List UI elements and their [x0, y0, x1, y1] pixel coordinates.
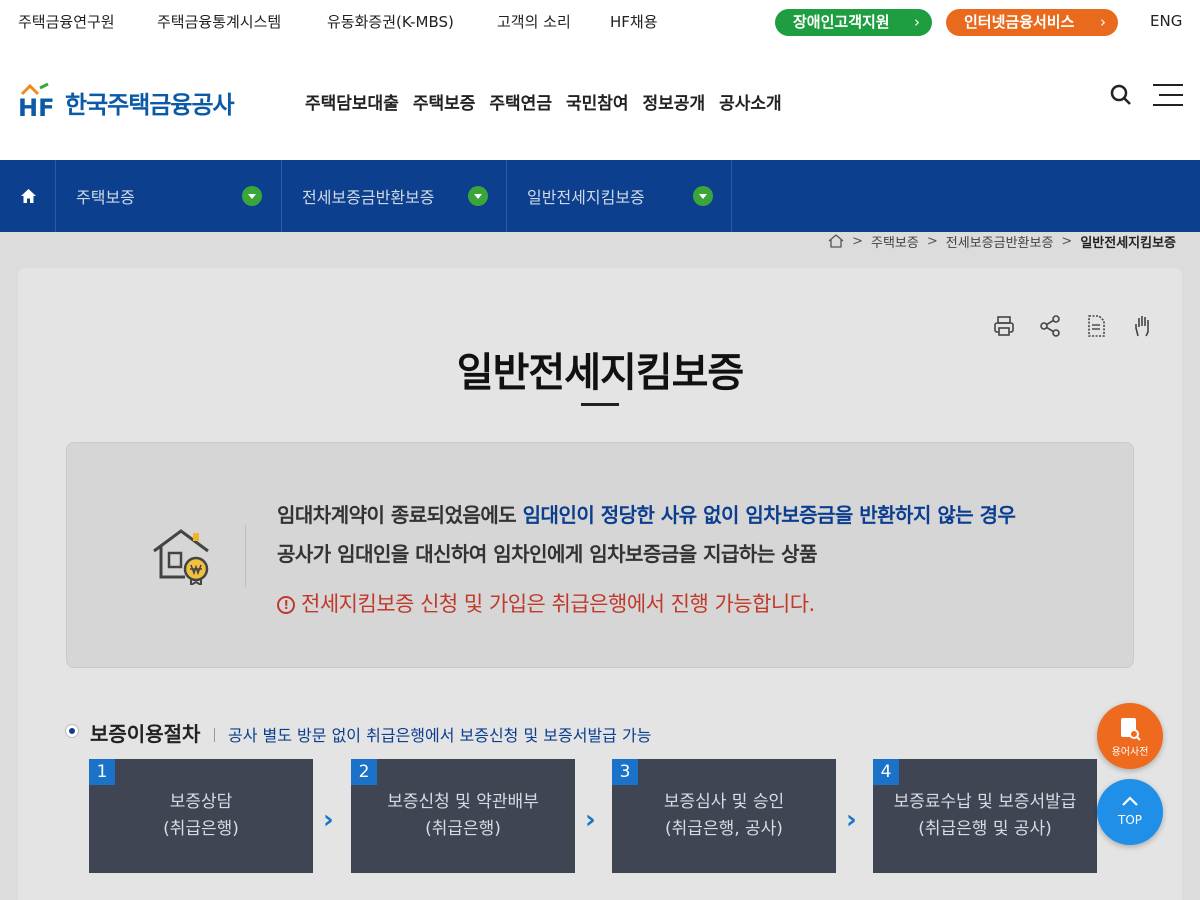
- summary-line-1: 임대차계약이 종료되었음에도 임대인이 정당한 사유 없이 임차보증금을 반환하…: [277, 499, 1016, 528]
- lnb-label: 일반전세지킴보증: [527, 188, 645, 207]
- step-number: 1: [89, 759, 115, 785]
- bullet-icon: [66, 725, 78, 737]
- chevron-right-icon: ›: [1100, 13, 1106, 31]
- home-icon[interactable]: [828, 234, 844, 248]
- heading-divider: [214, 728, 215, 742]
- step-title: 보증신청 및 약관배부: [387, 792, 539, 812]
- step-number: 3: [612, 759, 638, 785]
- logo-text: 한국주택금융공사: [65, 91, 235, 119]
- chevron-up-icon: [1122, 796, 1138, 806]
- internet-banking-button[interactable]: 인터넷금융서비스 ›: [946, 9, 1118, 36]
- step-number: 4: [873, 759, 899, 785]
- gnb-item-mortgage[interactable]: 주택담보대출: [305, 89, 399, 114]
- menu-line: [1153, 104, 1183, 106]
- breadcrumb-separator: >: [1061, 233, 1073, 249]
- gnb-item-pension[interactable]: 주택연금: [489, 89, 552, 114]
- utility-bar: 주택금융연구원 주택금융통계시스템 유동화증권(K-MBS) 고객의 소리 HF…: [0, 0, 1200, 44]
- util-link-kmbs[interactable]: 유동화증권(K-MBS): [327, 11, 454, 32]
- breadcrumb-current: 일반전세지킴보증: [1080, 235, 1176, 251]
- breadcrumb-item[interactable]: 전세보증금반환보증: [946, 232, 1054, 251]
- lnb-dropdown-guarantee[interactable]: 주택보증: [56, 160, 282, 232]
- procedure-step: 1 보증상담 (취급은행): [89, 759, 313, 873]
- step-title: 보증상담: [169, 792, 233, 812]
- main-navigation: 주택담보대출 주택보증 주택연금 국민참여 정보공개 공사소개: [305, 89, 782, 114]
- summary-line-1-text: 임대차계약이 종료되었음에도: [277, 503, 523, 527]
- chevron-right-icon: ›: [846, 805, 857, 835]
- home-icon: [21, 189, 36, 203]
- product-summary-box: 임대차계약이 종료되었음에도 임대인이 정당한 사유 없이 임차보증금을 반환하…: [66, 442, 1134, 668]
- summary-divider: [245, 525, 246, 587]
- breadcrumb-separator: >: [926, 233, 938, 249]
- scroll-top-button[interactable]: TOP: [1097, 779, 1163, 845]
- procedure-step: 2 보증신청 및 약관배부 (취급은행): [351, 759, 575, 873]
- glossary-button[interactable]: 용어사전: [1097, 703, 1163, 769]
- share-icon[interactable]: [1038, 314, 1062, 338]
- english-link[interactable]: ENG: [1150, 12, 1182, 30]
- chevron-right-icon: ›: [585, 805, 596, 835]
- house-won-icon: [153, 529, 209, 585]
- lnb-home-button[interactable]: [0, 160, 56, 232]
- hf-logo-icon: HF: [18, 82, 54, 118]
- breadcrumb: > 주택보증 > 전세보증금반환보증 > 일반전세지킴보증: [828, 232, 1176, 251]
- step-title: 보증료수납 및 보증서발급: [893, 792, 1077, 812]
- procedure-step: 3 보증심사 및 승인 (취급은행, 공사): [612, 759, 836, 873]
- glossary-label: 용어사전: [1111, 747, 1149, 758]
- step-subtitle: (취급은행, 공사): [665, 819, 783, 839]
- procedure-step: 4 보증료수납 및 보증서발급 (취급은행 및 공사): [873, 759, 1097, 873]
- step-subtitle: (취급은행): [425, 819, 501, 839]
- util-link-recruit[interactable]: HF채용: [610, 11, 658, 32]
- gnb-item-about[interactable]: 공사소개: [719, 89, 782, 114]
- logo-mark-text: HF: [18, 94, 54, 118]
- breadcrumb-separator: >: [852, 233, 864, 249]
- procedure-title: 보증이용절차: [90, 722, 201, 746]
- touch-hand-icon[interactable]: [1130, 314, 1154, 338]
- notice-text: 전세지킴보증 신청 및 가입은 취급은행에서 진행 가능합니다.: [301, 592, 815, 616]
- step-text: 보증심사 및 승인 (취급은행, 공사): [612, 789, 836, 843]
- page-tools: [992, 314, 1154, 338]
- print-icon[interactable]: [992, 314, 1016, 338]
- util-link-research[interactable]: 주택금융연구원: [18, 11, 115, 32]
- lnb-label: 주택보증: [76, 188, 135, 207]
- menu-line: [1153, 84, 1183, 86]
- lnb-label: 전세보증금반환보증: [302, 188, 435, 207]
- chevron-right-icon: ›: [323, 805, 334, 835]
- title-underline: [581, 403, 619, 406]
- warning-icon: !: [277, 596, 295, 614]
- scroll-top-label: TOP: [1117, 813, 1142, 827]
- gnb-item-disclosure[interactable]: 정보공개: [643, 89, 706, 114]
- chevron-right-icon: ›: [914, 13, 920, 31]
- accessibility-support-label: 장애인고객지원: [793, 13, 890, 31]
- summary-highlight: 임대인이 정당한 사유 없이 임차보증금을 반환하지 않는 경우: [522, 503, 1016, 527]
- internet-banking-label: 인터넷금융서비스: [964, 13, 1075, 31]
- step-title: 보증심사 및 승인: [663, 792, 785, 812]
- util-link-statistics[interactable]: 주택금융통계시스템: [157, 11, 281, 32]
- site-header: HF 한국주택금융공사 주택담보대출 주택보증 주택연금 국민참여 정보공개 공…: [0, 44, 1200, 160]
- chevron-down-icon: [468, 186, 488, 206]
- gnb-item-participation[interactable]: 국민참여: [566, 89, 629, 114]
- document-download-icon[interactable]: [1084, 314, 1108, 338]
- search-icon[interactable]: [1108, 82, 1134, 108]
- page-title: 일반전세지킴보증: [456, 350, 744, 396]
- book-search-icon: [1121, 718, 1141, 741]
- step-subtitle: (취급은행 및 공사): [918, 819, 1052, 839]
- lnb-dropdown-jeonse-guard[interactable]: 일반전세지킴보증: [507, 160, 732, 232]
- local-navigation: 주택보증 전세보증금반환보증 일반전세지킴보증: [0, 160, 1200, 232]
- accessibility-support-button[interactable]: 장애인고객지원 ›: [775, 9, 932, 36]
- step-text: 보증료수납 및 보증서발급 (취급은행 및 공사): [873, 789, 1097, 843]
- chevron-down-icon: [693, 186, 713, 206]
- step-subtitle: (취급은행): [163, 819, 239, 839]
- chevron-down-icon: [242, 186, 262, 206]
- menu-line: [1159, 94, 1183, 96]
- lnb-dropdown-deposit-return[interactable]: 전세보증금반환보증: [282, 160, 507, 232]
- step-number: 2: [351, 759, 377, 785]
- gnb-item-guarantee[interactable]: 주택보증: [413, 89, 476, 114]
- notice-line: ! 전세지킴보증 신청 및 가입은 취급은행에서 진행 가능합니다.: [277, 588, 815, 618]
- step-text: 보증상담 (취급은행): [89, 789, 313, 843]
- procedure-description: 공사 별도 방문 없이 취급은행에서 보증신청 및 보증서발급 가능: [228, 726, 652, 745]
- breadcrumb-item[interactable]: 주택보증: [871, 232, 919, 251]
- util-link-voice[interactable]: 고객의 소리: [497, 11, 571, 32]
- summary-line-2: 공사가 임대인을 대신하여 임차인에게 임차보증금을 지급하는 상품: [277, 542, 817, 566]
- step-text: 보증신청 및 약관배부 (취급은행): [351, 789, 575, 843]
- menu-icon[interactable]: [1153, 84, 1183, 106]
